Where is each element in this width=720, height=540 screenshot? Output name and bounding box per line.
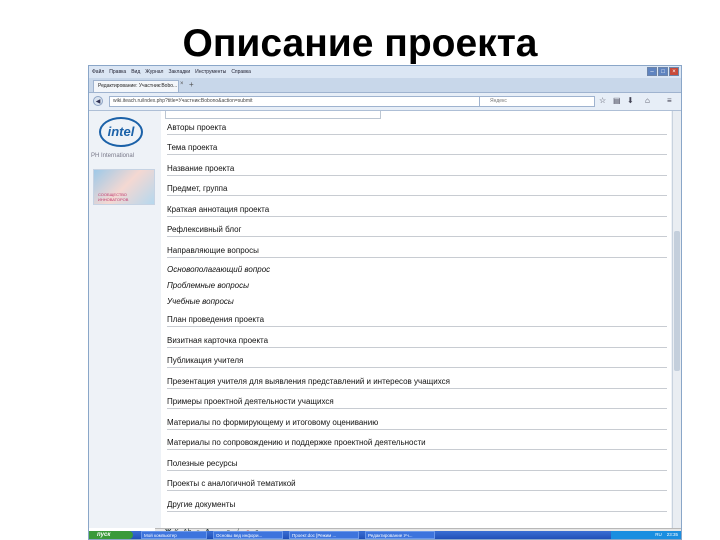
tab-bar: Редактирование: Участник:Bobo... × + (89, 78, 681, 93)
start-button[interactable]: пуск (89, 531, 133, 539)
section-row: Авторы проекта (167, 122, 667, 135)
system-tray: RU 23:35 (611, 531, 681, 539)
maximize-icon[interactable]: □ (658, 67, 668, 76)
section-row: Примеры проектной деятельности учащихся (167, 396, 667, 409)
menu-item-bookmarks[interactable]: Закладки (168, 69, 190, 75)
scrollbar-thumb[interactable] (674, 231, 680, 371)
window-controls: – □ × (647, 67, 679, 76)
slide-title: Описание проекта (182, 22, 538, 65)
section-subrow: Проблемные вопросы (167, 281, 249, 290)
menu-icon[interactable]: ≡ (667, 96, 672, 105)
star-icon[interactable]: ☆ (599, 96, 606, 105)
menu-item-file[interactable]: Файл (92, 69, 104, 75)
search-input[interactable]: Яндекс (479, 96, 595, 107)
section-row: Материалы по сопровождению и поддержке п… (167, 437, 667, 450)
section-row: Другие документы (167, 499, 667, 512)
section-row: Тема проекта (167, 142, 667, 155)
article-body: Авторы проекта Тема проекта Название про… (161, 111, 671, 528)
page-content: intel PH International СООБЩЕСТВО ИННОВА… (89, 111, 681, 528)
section-row: Презентация учителя для выявления предст… (167, 376, 667, 389)
section-subrow: Учебные вопросы (167, 297, 234, 306)
intel-logo[interactable]: intel (99, 117, 143, 147)
back-icon[interactable]: ◀ (93, 96, 103, 106)
section-row: Материалы по формирующему и итоговому оц… (167, 417, 667, 430)
sidebar: intel PH International СООБЩЕСТВО ИННОВА… (89, 111, 155, 528)
menu-item-view[interactable]: Вид (131, 69, 140, 75)
new-tab-icon[interactable]: + (189, 80, 194, 89)
taskbar: пуск Мой компьютер Основы вед инфори... … (89, 531, 681, 539)
download-icon[interactable]: ⬇ (627, 96, 634, 105)
language-indicator[interactable]: RU (655, 532, 662, 537)
section-row: Визитная карточка проекта (167, 335, 667, 348)
section-row: Рефлексивный блог (167, 224, 667, 237)
section-row: Предмет, группа (167, 183, 667, 196)
menu-item-edit[interactable]: Правка (109, 69, 126, 75)
menu-item-tools[interactable]: Инструменты (195, 69, 226, 75)
menu-bar: Файл Правка Вид Журнал Закладки Инструме… (89, 66, 681, 78)
scrollbar[interactable] (672, 111, 681, 528)
url-bar[interactable]: wiki.iteach.ru/index.php?title=Участник:… (109, 96, 481, 107)
section-row: Полезные ресурсы (167, 458, 667, 471)
section-row: План проведения проекта (167, 314, 667, 327)
taskbar-item[interactable]: Редактирование Уч... (365, 531, 435, 539)
menu-item-history[interactable]: Журнал (145, 69, 163, 75)
section-subrow: Основополагающий вопрос (167, 265, 271, 274)
home-icon[interactable]: ⌂ (645, 96, 650, 105)
banner-text: СООБЩЕСТВО ИННОВАТОРОВ (98, 192, 129, 202)
browser-screenshot: Файл Правка Вид Журнал Закладки Инструме… (88, 65, 682, 540)
edit-box (165, 111, 381, 119)
taskbar-item[interactable]: Мой компьютер (141, 531, 207, 539)
section-row: Краткая аннотация проекта (167, 204, 667, 217)
ph-international-logo: PH International (91, 153, 135, 159)
section-row: Проекты с аналогичной тематикой (167, 478, 667, 491)
section-row: Публикация учителя (167, 355, 667, 368)
clock: 23:35 (666, 532, 678, 537)
minimize-icon[interactable]: – (647, 67, 657, 76)
navigation-bar: ◀ wiki.iteach.ru/index.php?title=Участни… (89, 93, 681, 111)
close-icon[interactable]: × (669, 67, 679, 76)
tab-active[interactable]: Редактирование: Участник:Bobo... (93, 80, 179, 92)
taskbar-item[interactable]: Проект.doc [Режим ... (289, 531, 359, 539)
community-banner[interactable]: СООБЩЕСТВО ИННОВАТОРОВ (93, 169, 155, 205)
menu-item-help[interactable]: Справка (231, 69, 251, 75)
section-row: Название проекта (167, 163, 667, 176)
section-row: Направляющие вопросы (167, 245, 667, 258)
bookmarks-icon[interactable]: ▤ (613, 96, 621, 105)
taskbar-item[interactable]: Основы вед инфори... (213, 531, 283, 539)
tab-close-icon[interactable]: × (180, 81, 184, 87)
